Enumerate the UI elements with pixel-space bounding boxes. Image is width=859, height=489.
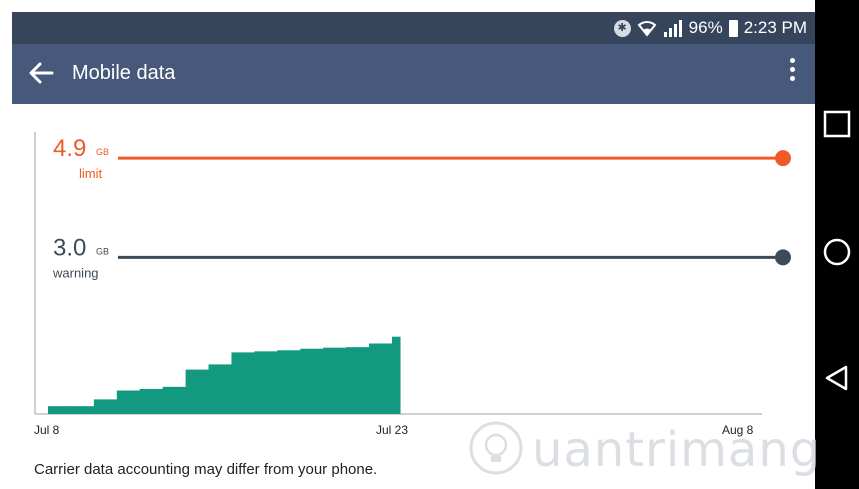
limit-unit: GB [96, 147, 109, 157]
usage-step [392, 336, 401, 414]
bluetooth-icon: ✱ [613, 19, 631, 37]
warning-line-group[interactable]: 3.0 GB warning [52, 234, 791, 280]
battery-icon [728, 19, 738, 37]
limit-handle[interactable] [775, 150, 791, 167]
overflow-menu-icon[interactable] [787, 58, 797, 90]
usage-step [139, 388, 164, 414]
app-bar: Mobile data [12, 44, 815, 104]
limit-line-group[interactable]: 4.9 GB limit [53, 135, 791, 181]
usage-step [369, 343, 393, 414]
battery-percent: 96% [688, 18, 723, 37]
warning-unit: GB [96, 246, 109, 256]
recents-square-icon[interactable] [821, 108, 853, 140]
warning-label: warning [52, 265, 99, 280]
limit-label: limit [79, 166, 102, 181]
usage-step [254, 351, 278, 414]
home-circle-icon[interactable] [821, 236, 853, 268]
x-tick-start: Jul 8 [34, 423, 60, 437]
signal-icon [663, 20, 682, 37]
page-title: Mobile data [72, 62, 176, 84]
status-bar: ✱ 96% 2:23 PM [12, 12, 815, 44]
usage-step [162, 386, 187, 414]
usage-step [70, 406, 95, 414]
warning-value: 3.0 [53, 234, 86, 261]
usage-step [346, 347, 370, 414]
usage-step [231, 352, 255, 414]
usage-step [208, 364, 232, 414]
usage-step [323, 347, 347, 414]
x-tick-mid: Jul 23 [376, 423, 408, 437]
system-nav-bar [815, 0, 859, 489]
back-triangle-icon[interactable] [821, 362, 853, 394]
usage-step [93, 399, 118, 414]
warning-handle[interactable] [775, 249, 791, 266]
usage-step [116, 390, 141, 414]
usage-step [300, 348, 324, 414]
usage-step [277, 350, 301, 414]
carrier-disclaimer: Carrier data accounting may differ from … [34, 461, 378, 478]
back-arrow-icon[interactable] [26, 58, 56, 88]
clock: 2:23 PM [743, 18, 807, 37]
usage-step [185, 369, 210, 414]
x-tick-end: Aug 8 [722, 423, 754, 437]
usage-step [48, 406, 72, 414]
top-margin [0, 0, 859, 12]
data-usage-chart[interactable]: 4.9 GB limit 3.0 GB warning Jul 8 Jul 23… [12, 104, 815, 444]
limit-value: 4.9 [53, 135, 86, 162]
wifi-icon [637, 21, 657, 37]
usage-area [48, 336, 401, 414]
status-indicators: ✱ 96% 2:23 PM [613, 18, 807, 38]
